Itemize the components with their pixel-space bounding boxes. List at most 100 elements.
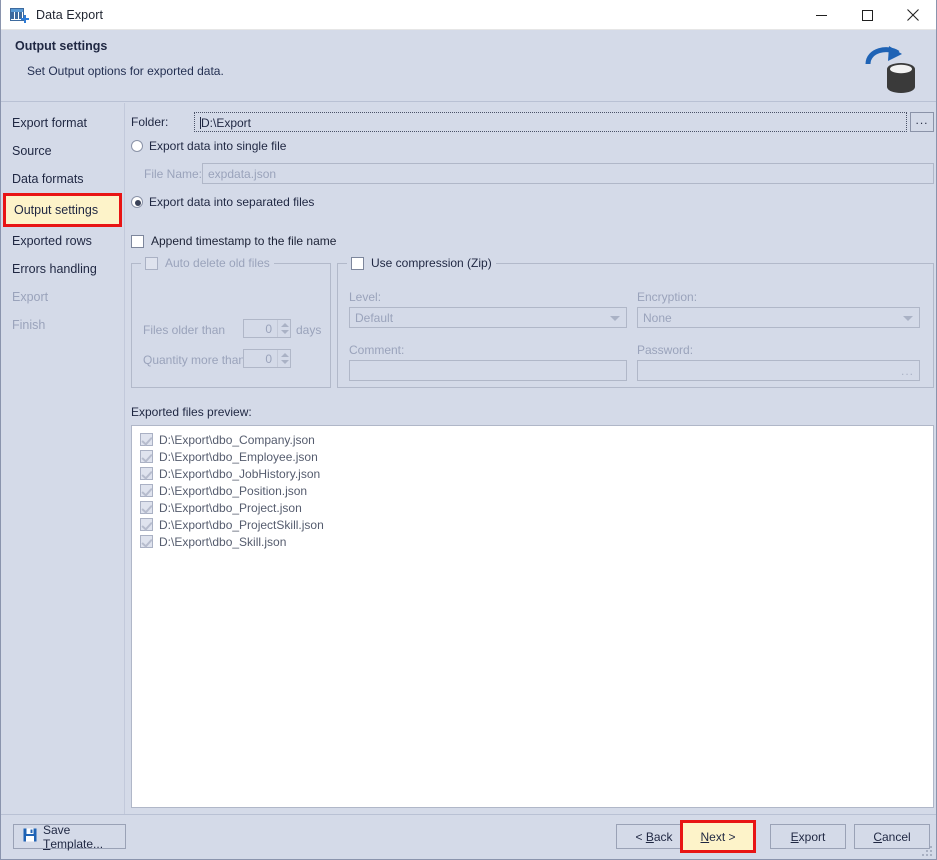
quantity-more-than-stepper: 0 [243, 349, 291, 368]
list-item[interactable]: D:\Export\dbo_JobHistory.json [140, 466, 933, 483]
sidebar-item-finish: Finish [1, 311, 124, 339]
maximize-icon[interactable] [844, 0, 890, 30]
folder-browse-button[interactable]: ... [910, 112, 934, 132]
radio-separated-files-label: Export data into separated files [149, 195, 315, 209]
next-button[interactable]: Next > [680, 820, 756, 853]
radio-indicator [131, 140, 143, 152]
exported-files-list[interactable]: D:\Export\dbo_Company.json D:\Export\dbo… [131, 425, 934, 808]
auto-delete-label: Auto delete old files [165, 256, 270, 270]
table-export-icon [10, 7, 29, 23]
file-name-input: expdata.json [202, 163, 934, 184]
compression-group: Use compression (Zip) Level: Default Enc… [337, 256, 934, 388]
database-refresh-icon [862, 42, 922, 94]
sidebar-item-export-format[interactable]: Export format [1, 109, 124, 137]
sidebar-item-errors-handling[interactable]: Errors handling [1, 255, 124, 283]
radio-separated-files[interactable]: Export data into separated files [131, 195, 314, 209]
checkbox-indicator [140, 518, 153, 531]
encryption-value: None [643, 311, 672, 325]
save-template-label: Save Template... [43, 822, 104, 851]
sidebar-item-label: Export [12, 290, 49, 304]
checkbox-indicator [140, 484, 153, 497]
append-timestamp-label: Append timestamp to the file name [151, 234, 337, 248]
files-older-than-unit: days [296, 323, 322, 337]
checkbox-indicator [140, 450, 153, 463]
page-subtitle: Set Output options for exported data. [27, 64, 224, 78]
next-label: Next > [700, 829, 736, 844]
wizard-steps-sidebar: Export format Source Data formats Output… [1, 103, 125, 814]
list-item[interactable]: D:\Export\dbo_ProjectSkill.json [140, 517, 933, 534]
sidebar-item-label: Export format [12, 116, 88, 130]
file-path: D:\Export\dbo_JobHistory.json [159, 467, 321, 481]
list-item[interactable]: D:\Export\dbo_Project.json [140, 500, 933, 517]
dialog-body: Export format Source Data formats Output… [1, 103, 936, 814]
level-label: Level: [349, 290, 382, 304]
sidebar-item-exported-rows[interactable]: Exported rows [1, 227, 124, 255]
files-older-than-stepper: 0 [243, 319, 291, 338]
sidebar-item-data-formats[interactable]: Data formats [1, 165, 124, 193]
radio-indicator [131, 196, 143, 208]
radio-single-file[interactable]: Export data into single file [131, 139, 286, 153]
folder-label: Folder: [131, 115, 169, 129]
list-item[interactable]: D:\Export\dbo_Company.json [140, 432, 933, 449]
password-label: Password: [637, 343, 694, 357]
cancel-button[interactable]: Cancel [854, 824, 930, 849]
export-label: Export [790, 829, 826, 844]
cancel-label: Cancel [873, 829, 911, 844]
password-browse-button[interactable]: ... [901, 364, 914, 379]
quantity-more-than-label: Quantity more than [143, 353, 246, 367]
title-bar: Data Export [1, 0, 936, 30]
checkbox-indicator [145, 257, 158, 270]
export-button[interactable]: Export [770, 824, 846, 849]
list-item[interactable]: D:\Export\dbo_Employee.json [140, 449, 933, 466]
list-item[interactable]: D:\Export\dbo_Skill.json [140, 534, 933, 551]
data-export-dialog: Data Export Output settings Set Output o… [0, 0, 937, 860]
sidebar-item-label: Exported rows [12, 234, 92, 248]
checkbox-indicator [140, 467, 153, 480]
stepper-arrows [277, 320, 290, 337]
minimize-icon[interactable] [798, 0, 844, 30]
file-name-label: File Name: [144, 167, 203, 181]
sidebar-item-output-settings[interactable]: Output settings [3, 193, 122, 227]
sidebar-item-label: Output settings [14, 203, 99, 217]
level-value: Default [355, 311, 394, 325]
sidebar-item-label: Finish [12, 318, 46, 332]
encryption-select[interactable]: None [637, 307, 920, 328]
checkbox-append-timestamp[interactable]: Append timestamp to the file name [131, 234, 336, 248]
close-icon[interactable] [890, 0, 936, 30]
level-select[interactable]: Default [349, 307, 627, 328]
comment-input[interactable] [349, 360, 627, 381]
preview-label: Exported files preview: [131, 405, 252, 419]
list-item[interactable]: D:\Export\dbo_Position.json [140, 483, 933, 500]
floppy-disk-icon [23, 828, 37, 845]
window-controls [798, 0, 936, 30]
dialog-footer: Save Template... < Back Next > Export Ca… [1, 814, 936, 859]
files-older-than-label: Files older than [143, 323, 226, 337]
sidebar-item-label: Source [12, 144, 52, 158]
checkbox-auto-delete[interactable]: Auto delete old files [141, 256, 274, 270]
use-compression-label: Use compression (Zip) [371, 256, 492, 270]
resize-grip[interactable] [921, 845, 933, 857]
files-older-than-value: 0 [265, 322, 272, 336]
sidebar-item-source[interactable]: Source [1, 137, 124, 165]
sidebar-item-label: Data formats [12, 172, 84, 186]
save-template-button[interactable]: Save Template... [13, 822, 126, 851]
sidebar-item-label: Errors handling [12, 262, 97, 276]
quantity-more-than-value: 0 [265, 352, 272, 366]
radio-single-file-label: Export data into single file [149, 139, 287, 153]
comment-label: Comment: [349, 343, 405, 357]
auto-delete-group: Auto delete old files Files older than 0… [131, 256, 331, 388]
file-path: D:\Export\dbo_Company.json [159, 433, 315, 447]
stepper-arrows [277, 350, 290, 367]
password-input[interactable]: ... [637, 360, 920, 381]
checkbox-indicator [140, 433, 153, 446]
chevron-down-icon [903, 316, 913, 321]
chevron-down-icon [610, 316, 620, 321]
folder-value: D:\Export [201, 116, 252, 130]
folder-input[interactable]: D:\Export [194, 112, 907, 132]
file-path: D:\Export\dbo_ProjectSkill.json [159, 518, 324, 532]
encryption-label: Encryption: [637, 290, 698, 304]
checkbox-use-compression[interactable]: Use compression (Zip) [347, 256, 496, 270]
checkbox-indicator [351, 257, 364, 270]
file-path: D:\Export\dbo_Employee.json [159, 450, 318, 464]
page-header: Output settings Set Output options for e… [1, 30, 936, 102]
